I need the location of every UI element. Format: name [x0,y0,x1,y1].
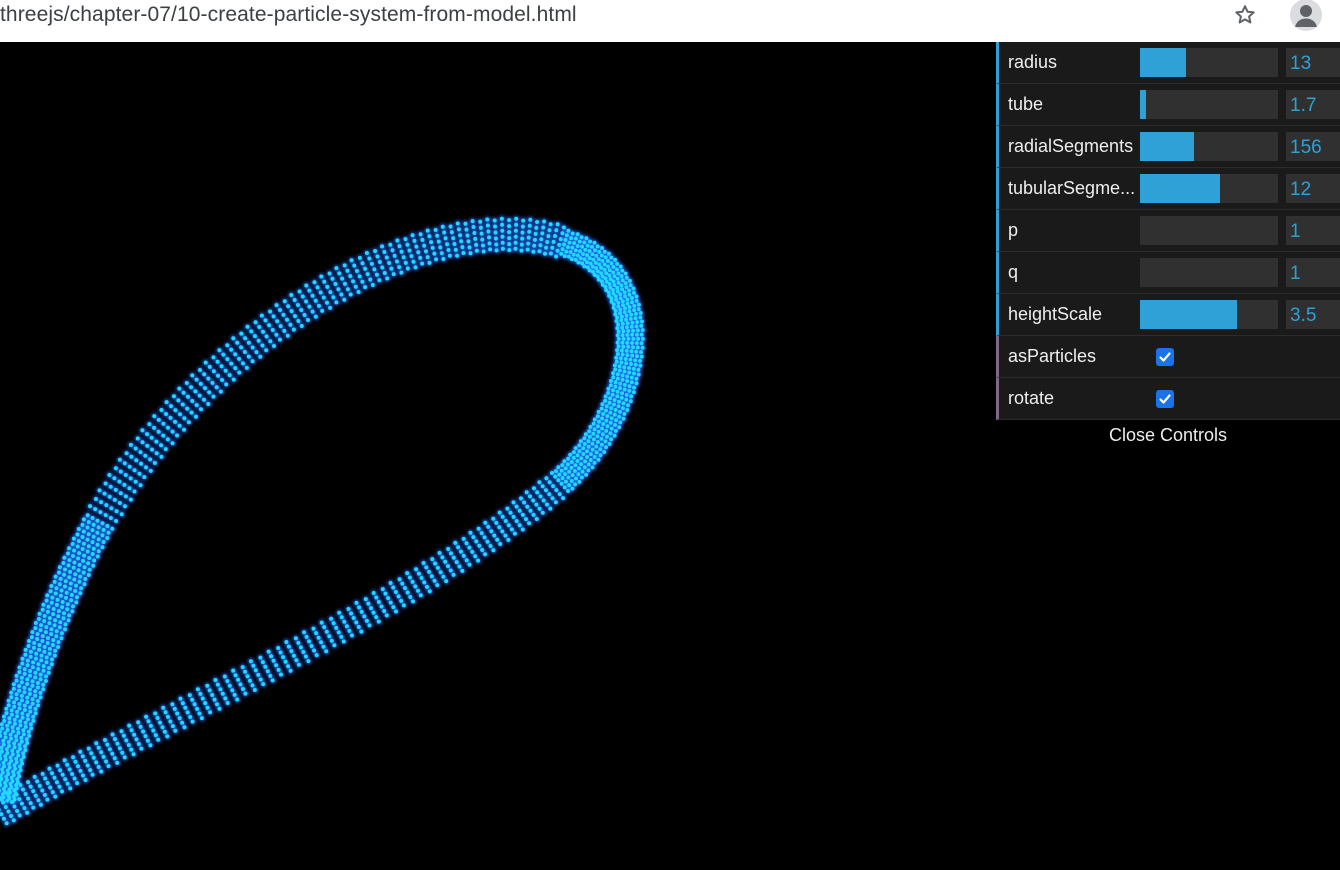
gui-controller-label: tubularSegme... [1008,178,1136,198]
browser-toolbar: threejs/chapter-07/10-create-particle-sy… [0,0,1340,42]
gui-controller-label: tube [1008,94,1044,114]
gui-slider-fill [1140,132,1194,161]
gui-toggle-label: asParticles [1008,346,1097,366]
gui-controller-label: p [1008,220,1019,240]
gui-slider-fill [1140,48,1186,77]
gui-slider[interactable] [1140,174,1278,203]
gui-controller-radius: radius 13 [996,42,1340,84]
gui-slider[interactable] [1140,132,1278,161]
gui-toggle-asparticles: asParticles [996,336,1340,378]
gui-number-input[interactable]: 1.7 [1286,90,1340,119]
close-controls-button[interactable]: Close Controls [996,420,1340,450]
gui-controller-tubularsegme: tubularSegme... 12 [996,168,1340,210]
gui-slider[interactable] [1140,48,1278,77]
gui-toggle-rotate: rotate [996,378,1340,420]
gui-controller-p: p1 [996,210,1340,252]
gui-slider-fill [1140,300,1237,329]
checkmark-icon [1159,394,1171,404]
gui-number-input[interactable]: 156 [1286,132,1340,161]
gui-controller-heightscale: heightScale 3.5 [996,294,1340,336]
gui-toggle-label: rotate [1008,388,1055,408]
gui-checkbox[interactable] [1156,348,1174,366]
bookmark-star-button[interactable] [1229,0,1261,30]
gui-number-input[interactable]: 1 [1286,258,1340,287]
gui-number-input[interactable]: 3.5 [1286,300,1340,329]
profile-avatar-icon [1290,0,1322,31]
gui-slider[interactable] [1140,90,1278,119]
gui-controller-tube: tube 1.7 [996,84,1340,126]
gui-number-input[interactable]: 12 [1286,174,1340,203]
gui-slider[interactable] [1140,216,1278,245]
gui-controller-radialsegments: radialSegments 156 [996,126,1340,168]
gui-slider[interactable] [1140,258,1278,287]
address-bar-url[interactable]: threejs/chapter-07/10-create-particle-sy… [0,2,577,28]
gui-slider[interactable] [1140,300,1278,329]
checkmark-icon [1159,352,1171,362]
gui-slider-fill [1140,90,1146,119]
dat-gui-panel: radius 13 tube 1.7 radialSegments 156 tubularS… [996,42,1340,450]
gui-number-input[interactable]: 1 [1286,216,1340,245]
gui-controller-label: q [1008,262,1019,282]
gui-controller-label: heightScale [1008,304,1103,324]
gui-controller-label: radius [1008,52,1058,72]
gui-checkbox[interactable] [1156,390,1174,408]
star-icon [1235,5,1255,24]
profile-button[interactable] [1288,0,1324,32]
gui-number-input[interactable]: 13 [1286,48,1340,77]
gui-slider-fill [1140,174,1221,203]
gui-controller-label: radialSegments [1008,136,1134,156]
gui-controller-q: q1 [996,252,1340,294]
